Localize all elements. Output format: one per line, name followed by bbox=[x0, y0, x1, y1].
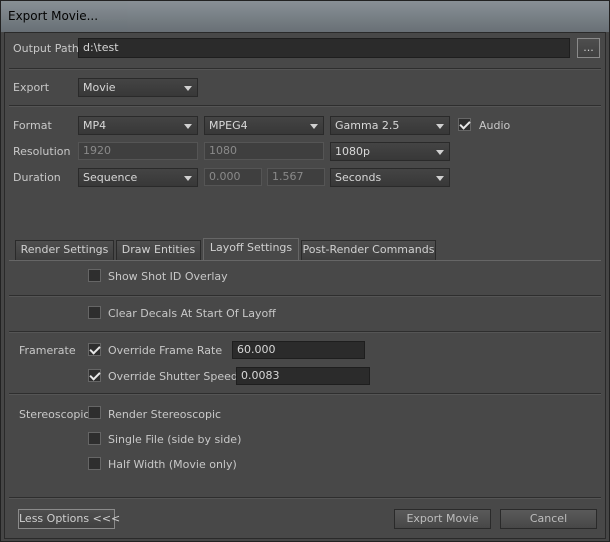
gamma-select[interactable]: Gamma 2.5 bbox=[330, 116, 450, 135]
container-select[interactable]: MP4 bbox=[78, 116, 198, 135]
divider bbox=[9, 105, 601, 107]
frame-rate-input[interactable]: 60.000 bbox=[232, 341, 365, 359]
duration-units-value: Seconds bbox=[335, 171, 382, 184]
show-shot-id-label: Show Shot ID Overlay bbox=[108, 270, 228, 283]
tab-render-settings[interactable]: Render Settings bbox=[15, 240, 114, 260]
half-width-checkbox[interactable] bbox=[88, 457, 101, 470]
duration-label: Duration bbox=[13, 171, 61, 184]
show-shot-id-checkbox[interactable] bbox=[88, 269, 101, 282]
resolution-preset-select[interactable]: 1080p bbox=[330, 142, 450, 161]
resolution-label: Resolution bbox=[13, 145, 71, 158]
format-label: Format bbox=[13, 119, 52, 132]
export-label: Export bbox=[13, 81, 50, 94]
single-file-label: Single File (side by side) bbox=[108, 433, 242, 446]
override-shutter-speed-label: Override Shutter Speed bbox=[108, 370, 238, 383]
duration-mode-select[interactable]: Sequence bbox=[78, 168, 198, 187]
duration-units-select[interactable]: Seconds bbox=[330, 168, 450, 187]
chevron-down-icon bbox=[184, 86, 192, 91]
chevron-down-icon bbox=[184, 176, 192, 181]
tab-layoff-settings[interactable]: Layoff Settings bbox=[203, 238, 299, 260]
clear-decals-checkbox[interactable] bbox=[88, 306, 101, 319]
chevron-down-icon bbox=[436, 124, 444, 129]
output-path-label: Output Path bbox=[13, 42, 79, 55]
codec-select[interactable]: MPEG4 bbox=[204, 116, 324, 135]
single-file-checkbox[interactable] bbox=[88, 432, 101, 445]
override-shutter-speed-checkbox[interactable] bbox=[88, 369, 101, 382]
audio-checkbox[interactable] bbox=[458, 118, 471, 131]
cancel-button[interactable]: Cancel bbox=[500, 509, 597, 529]
divider bbox=[9, 497, 601, 499]
container-value: MP4 bbox=[83, 119, 107, 132]
divider bbox=[9, 331, 601, 333]
title-bar[interactable]: Export Movie... bbox=[1, 1, 609, 32]
audio-label: Audio bbox=[479, 119, 511, 132]
resolution-width-input[interactable]: 1920 bbox=[78, 142, 198, 160]
gamma-value: Gamma 2.5 bbox=[335, 119, 400, 132]
clear-decals-label: Clear Decals At Start Of Layoff bbox=[108, 307, 276, 320]
less-options-button[interactable]: Less Options <<< bbox=[18, 509, 120, 529]
chevron-down-icon bbox=[184, 124, 192, 129]
export-movie-dialog: Export Movie... Output Path d:\test ... … bbox=[0, 0, 610, 542]
override-frame-rate-label: Override Frame Rate bbox=[108, 344, 223, 357]
divider bbox=[9, 68, 601, 70]
codec-value: MPEG4 bbox=[209, 119, 248, 132]
chevron-down-icon bbox=[310, 124, 318, 129]
resolution-height-input[interactable]: 1080 bbox=[204, 142, 324, 160]
chevron-down-icon bbox=[436, 176, 444, 181]
tab-bar: Render Settings Draw Entities Layoff Set… bbox=[15, 238, 436, 262]
browse-button[interactable]: ... bbox=[577, 38, 600, 58]
window-title: Export Movie... bbox=[8, 9, 99, 23]
stereoscopic-label: Stereoscopic bbox=[19, 408, 90, 421]
shutter-speed-input[interactable]: 0.0083 bbox=[236, 367, 370, 385]
chevron-down-icon bbox=[436, 150, 444, 155]
tab-draw-entities[interactable]: Draw Entities bbox=[116, 240, 201, 260]
render-stereoscopic-label: Render Stereoscopic bbox=[108, 408, 222, 421]
resolution-preset-value: 1080p bbox=[335, 145, 370, 158]
output-path-input[interactable]: d:\test bbox=[78, 38, 570, 58]
dialog-body: Output Path d:\test ... Export Movie For… bbox=[4, 32, 606, 539]
framerate-label: Framerate bbox=[19, 344, 76, 357]
half-width-label: Half Width (Movie only) bbox=[108, 458, 237, 471]
export-movie-button[interactable]: Export Movie bbox=[394, 509, 491, 529]
tab-post-render-commands[interactable]: Post-Render Commands bbox=[301, 240, 436, 260]
duration-mode-value: Sequence bbox=[83, 171, 138, 184]
export-type-value: Movie bbox=[83, 81, 116, 94]
render-stereoscopic-checkbox[interactable] bbox=[88, 406, 101, 419]
divider bbox=[9, 295, 601, 297]
duration-start-input[interactable]: 0.000 bbox=[204, 168, 262, 186]
tab-panel-border bbox=[9, 260, 601, 261]
override-frame-rate-checkbox[interactable] bbox=[88, 343, 101, 356]
divider bbox=[9, 393, 601, 395]
export-type-select[interactable]: Movie bbox=[78, 78, 198, 97]
duration-end-input[interactable]: 1.567 bbox=[267, 168, 325, 186]
